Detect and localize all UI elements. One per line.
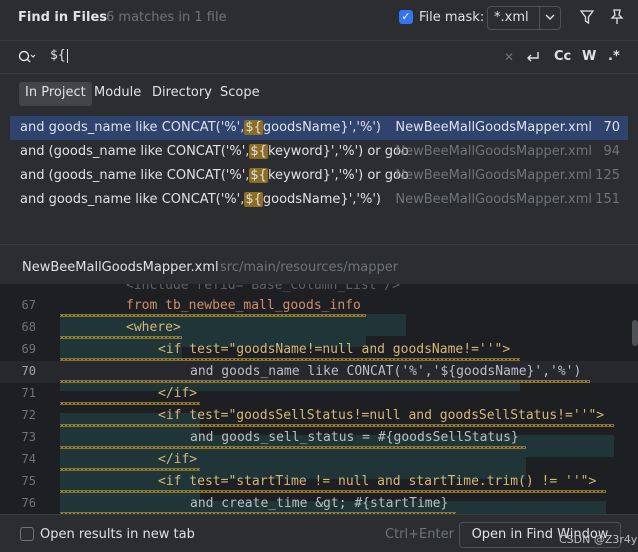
preview-path-bar: NewBeeMallGoodsMapper.xml src/main/resou…: [0, 256, 638, 280]
shortcut-hint: Ctrl+Enter: [385, 527, 454, 542]
result-text: and (goods_name like CONCAT('%',${keywor…: [20, 168, 408, 183]
result-file: NewBeeMallGoodsMapper.xml: [395, 144, 592, 159]
preview-file-name: NewBeeMallGoodsMapper.xml: [22, 260, 219, 275]
tab-module[interactable]: Module: [88, 82, 147, 106]
result-line: 151: [595, 192, 620, 207]
file-mask-value: *.xml: [494, 10, 529, 25]
file-mask-label: File mask:: [419, 10, 485, 25]
regex-toggle[interactable]: .*: [608, 49, 620, 64]
result-row[interactable]: and (goods_name like CONCAT('%',${keywor…: [10, 164, 628, 188]
scope-tabs: In Project Module Directory Scope: [0, 82, 638, 106]
code-line: 74 </if>: [0, 449, 638, 501]
tab-scope[interactable]: Scope: [214, 82, 266, 106]
result-text: and (goods_name like CONCAT('%',${keywor…: [20, 144, 408, 159]
close-icon[interactable]: ✕: [504, 50, 514, 64]
result-row[interactable]: and goods_name like CONCAT('%',${goodsNa…: [10, 188, 628, 212]
tab-in-project[interactable]: In Project: [19, 82, 92, 106]
code-line-current: 70 and goods_name like CONCAT('%','${goo…: [0, 361, 638, 383]
pin-icon[interactable]: [610, 9, 624, 29]
search-icon[interactable]: [18, 50, 36, 68]
file-mask-checkbox[interactable]: ✓: [399, 10, 413, 24]
code-line: 68 <where>: [0, 317, 638, 369]
result-file: NewBeeMallGoodsMapper.xml: [395, 120, 592, 135]
code-line: 75 <if test="startTime != null and start…: [0, 471, 638, 514]
dialog-footer: Open results in new tab Ctrl+Enter Open …: [0, 514, 638, 552]
filter-icon[interactable]: [579, 9, 595, 29]
code-line: 69 <if test="goodsName!=null and goodsNa…: [0, 339, 638, 391]
tab-directory[interactable]: Directory: [146, 82, 218, 106]
preview-file-path: src/main/resources/mapper: [220, 260, 399, 275]
result-row[interactable]: and (goods_name like CONCAT('%',${keywor…: [10, 140, 628, 164]
watermark: CSDN @Z3r4y: [559, 533, 638, 546]
search-row: ${ ✕ Cc W .*: [0, 40, 638, 74]
whole-words-toggle[interactable]: W: [582, 49, 596, 64]
result-line: 70: [603, 120, 620, 135]
code-line: 71 </if>: [0, 383, 638, 435]
code-preview[interactable]: <include refid="Base_Column_List"/> 67 f…: [0, 284, 638, 514]
open-new-tab-checkbox[interactable]: [20, 527, 34, 541]
search-input[interactable]: ${: [50, 48, 68, 63]
result-file: NewBeeMallGoodsMapper.xml: [395, 192, 592, 207]
new-line-icon[interactable]: [525, 49, 541, 69]
file-mask-input[interactable]: *.xml: [487, 6, 561, 30]
splitter[interactable]: [0, 244, 638, 245]
code-line: 72 <if test="goodsSellStatus!=null and g…: [0, 405, 638, 457]
result-text: and goods_name like CONCAT('%',${goodsNa…: [20, 192, 381, 207]
open-new-tab-label: Open results in new tab: [40, 527, 195, 542]
result-line: 125: [595, 168, 620, 183]
chevron-down-icon[interactable]: [544, 10, 556, 28]
match-count: 6 matches in 1 file: [106, 10, 227, 25]
match-case-toggle[interactable]: Cc: [554, 49, 571, 64]
code-line: 73 and goods_sell_status = #{goodsSellSt…: [0, 427, 638, 479]
result-file: NewBeeMallGoodsMapper.xml: [395, 168, 592, 183]
result-text: and goods_name like CONCAT('%',${goodsNa…: [20, 120, 381, 135]
file-mask-separator: [539, 7, 540, 29]
dialog-title: Find in Files: [18, 10, 108, 25]
result-line: 94: [603, 144, 620, 159]
result-row[interactable]: and goods_name like CONCAT('%',${goodsNa…: [10, 116, 628, 140]
code-line: 67 from tb_newbee_mall_goods_info: [0, 295, 638, 347]
code-line: 76 and create_time &gt; #{startTime}: [0, 493, 638, 514]
search-query: ${: [50, 48, 66, 63]
dialog-header: Find in Files 6 matches in 1 file ✓ File…: [0, 0, 638, 36]
editor-scrollbar[interactable]: [632, 320, 638, 346]
